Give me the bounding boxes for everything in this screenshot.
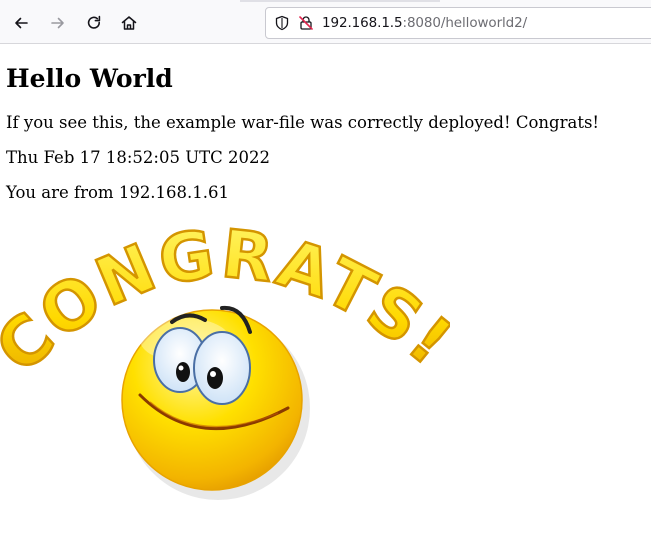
url-host: 192.168.1.5 <box>322 15 403 31</box>
back-button[interactable] <box>8 10 34 36</box>
page-heading: Hello World <box>6 64 173 93</box>
client-ip-text: You are from 192.168.1.61 <box>6 183 230 202</box>
home-button[interactable] <box>116 10 142 36</box>
arrow-right-icon <box>51 17 64 29</box>
forward-button[interactable] <box>45 10 71 36</box>
page-content: Hello World If you see this, the example… <box>6 44 651 202</box>
tab-strip-edge <box>240 0 440 2</box>
browser-toolbar: 192.168.1.5:8080/helloworld2/ <box>0 0 651 44</box>
shield-icon[interactable] <box>272 13 292 33</box>
url-path: :8080/helloworld2/ <box>402 15 528 31</box>
reload-button[interactable] <box>81 10 107 36</box>
server-timestamp: Thu Feb 17 18:52:05 UTC 2022 <box>6 148 270 167</box>
deployment-message: If you see this, the example war-file wa… <box>6 113 600 132</box>
arrow-left-icon <box>15 17 28 29</box>
home-icon <box>121 16 137 30</box>
url-text[interactable]: 192.168.1.5:8080/helloworld2/ <box>322 15 527 31</box>
congrats-smiley-image: CONGRATS! <box>0 220 450 500</box>
reload-icon <box>87 15 101 29</box>
insecure-lock-icon[interactable] <box>296 13 316 33</box>
address-bar[interactable]: 192.168.1.5:8080/helloworld2/ <box>265 7 651 39</box>
browser-window: 192.168.1.5:8080/helloworld2/ Hello Worl… <box>0 0 651 543</box>
